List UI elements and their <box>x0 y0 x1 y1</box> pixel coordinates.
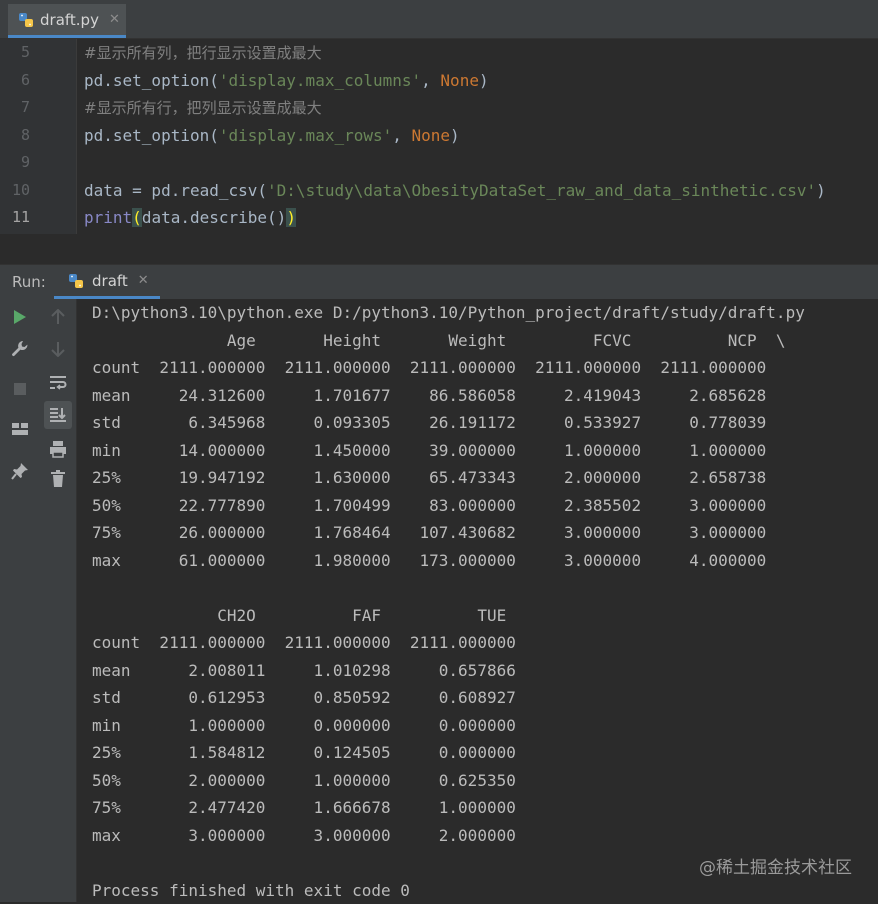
arrow-down-icon[interactable] <box>46 337 70 361</box>
console-line: Age Height Weight FCVC NCP \ <box>92 327 786 355</box>
code-token: ) <box>816 181 826 200</box>
code-token: 'display.max_rows' <box>219 126 392 145</box>
console-line: 25% 1.584812 0.124505 0.000000 <box>92 739 516 767</box>
code-token: #显示所有列，把行显示设置成最大 <box>84 44 322 62</box>
close-icon[interactable]: ✕ <box>138 273 149 288</box>
code-line[interactable]: 5 #显示所有列，把行显示设置成最大 <box>0 39 878 66</box>
console-line: max 61.000000 1.980000 173.000000 3.0000… <box>92 547 766 575</box>
settings-wrench-icon[interactable] <box>8 337 32 361</box>
scroll-to-end-icon[interactable] <box>44 401 72 429</box>
console-line: min 14.000000 1.450000 39.000000 1.00000… <box>92 437 766 465</box>
console-line: 25% 19.947192 1.630000 65.473343 2.00000… <box>92 464 766 492</box>
editor-tab-bar: draft.py ✕ <box>0 0 878 39</box>
line-number: 7 <box>0 94 30 121</box>
console-line: CH2O FAF TUE <box>92 602 506 630</box>
code-token: print <box>84 208 132 227</box>
console-line: count 2111.000000 2111.000000 2111.00000… <box>92 629 516 657</box>
editor-empty-area <box>0 234 878 264</box>
pin-icon[interactable] <box>8 459 32 483</box>
code-editor[interactable]: 5#显示所有列，把行显示设置成最大6pd.set_option('display… <box>0 39 878 235</box>
code-token: data = pd.read_csv( <box>84 181 267 200</box>
code-token: , <box>421 71 440 90</box>
code-text: print(data.describe()) <box>84 204 296 231</box>
code-token: None <box>440 71 479 90</box>
code-token: ) <box>479 71 489 90</box>
code-text: #显示所有列，把行显示设置成最大 <box>84 39 322 67</box>
console-line: count 2111.000000 2111.000000 2111.00000… <box>92 354 766 382</box>
console-line: max 3.000000 3.000000 2.000000 <box>92 822 516 850</box>
soft-wrap-icon[interactable] <box>46 371 70 395</box>
code-token: None <box>412 126 451 145</box>
editor-tab-label: draft.py <box>40 11 99 29</box>
console-output[interactable]: D:\python3.10\python.exe D:/python3.10/P… <box>77 299 878 902</box>
watermark: @稀土掘金技术社区 <box>699 853 852 878</box>
console-line: 50% 2.000000 1.000000 0.625350 <box>92 767 516 795</box>
arrow-up-icon[interactable] <box>46 305 70 329</box>
code-line[interactable]: 7 #显示所有行，把列显示设置成最大 <box>0 94 878 121</box>
code-token: ) <box>286 208 296 227</box>
print-icon[interactable] <box>46 437 70 461</box>
rerun-icon[interactable] <box>8 305 32 329</box>
line-number: 10 <box>0 177 30 204</box>
code-token: #显示所有行，把列显示设置成最大 <box>84 99 322 117</box>
stop-icon[interactable] <box>8 377 32 401</box>
console-line: D:\python3.10\python.exe D:/python3.10/P… <box>92 299 805 327</box>
trash-icon[interactable] <box>46 467 70 491</box>
console-line: mean 24.312600 1.701677 86.586058 2.4190… <box>92 382 766 410</box>
console-line: std 0.612953 0.850592 0.608927 <box>92 684 516 712</box>
code-token: pd.set_option( <box>84 71 219 90</box>
code-token: , <box>392 126 411 145</box>
run-tab-label: draft <box>92 272 128 290</box>
console-line: 75% 26.000000 1.768464 107.430682 3.0000… <box>92 519 766 547</box>
code-text: data = pd.read_csv('D:\study\data\Obesit… <box>84 177 826 204</box>
code-line[interactable]: 10 data = pd.read_csv('D:\study\data\Obes… <box>0 177 878 204</box>
code-line[interactable]: 8 pd.set_option('display.max_rows', None) <box>0 122 878 149</box>
code-token: 'D:\study\data\ObesityDataSet_raw_and_da… <box>267 181 816 200</box>
line-number: 8 <box>0 122 30 149</box>
console-line: Process finished with exit code 0 <box>92 877 410 904</box>
code-token: ) <box>450 126 460 145</box>
line-number: 9 <box>0 149 30 176</box>
console-line: mean 2.008011 1.010298 0.657866 <box>92 657 516 685</box>
line-number: 11 <box>0 204 30 231</box>
console-line: 75% 2.477420 1.666678 1.000000 <box>92 794 516 822</box>
line-number: 5 <box>0 39 30 66</box>
run-toolbar-primary <box>0 299 40 902</box>
code-token: ( <box>132 208 142 227</box>
code-token: 'display.max_columns' <box>219 71 421 90</box>
run-tab-draft[interactable]: draft ✕ <box>54 265 160 299</box>
code-line[interactable]: 9 <box>0 149 878 176</box>
console-line: 50% 22.777890 1.700499 83.000000 2.38550… <box>92 492 766 520</box>
run-toolbar-secondary <box>40 299 77 902</box>
console-line: std 6.345968 0.093305 26.191172 0.533927… <box>92 409 766 437</box>
run-tool-window-header: Run: draft ✕ <box>0 264 878 299</box>
python-file-icon <box>18 12 34 28</box>
line-number: 6 <box>0 67 30 94</box>
code-text: #显示所有行，把列显示设置成最大 <box>84 94 322 122</box>
layout-icon[interactable] <box>8 417 32 441</box>
code-text: pd.set_option('display.max_rows', None) <box>84 122 460 149</box>
close-icon[interactable]: ✕ <box>109 12 120 27</box>
code-line[interactable]: 11 print(data.describe()) <box>0 204 878 231</box>
run-label: Run: <box>12 273 46 291</box>
editor-tab-draft-py[interactable]: draft.py ✕ <box>8 4 126 38</box>
code-line[interactable]: 6 pd.set_option('display.max_columns', No… <box>0 67 878 94</box>
code-token: pd.set_option( <box>84 126 219 145</box>
console-line: min 1.000000 0.000000 0.000000 <box>92 712 516 740</box>
code-token: data.describe() <box>142 208 287 227</box>
python-run-icon <box>68 273 84 289</box>
code-text: pd.set_option('display.max_columns', Non… <box>84 67 489 94</box>
